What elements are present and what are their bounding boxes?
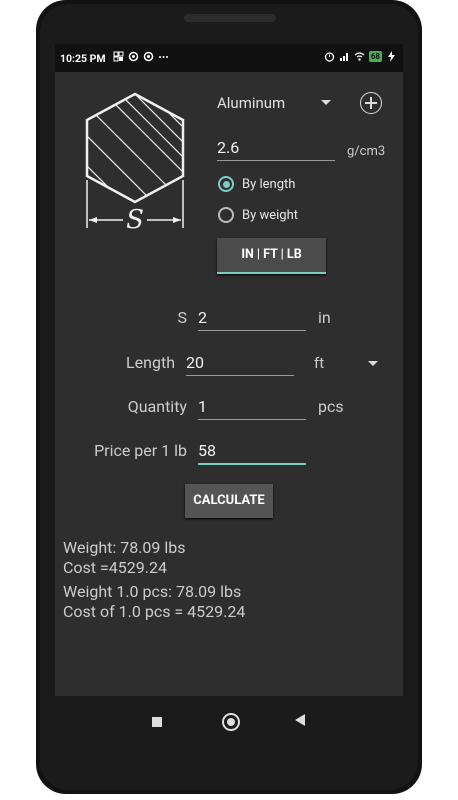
more-icon [159, 56, 168, 58]
add-material-button[interactable] [360, 92, 382, 114]
radio-unchecked-icon[interactable] [218, 207, 234, 223]
quantity-input[interactable]: 1 [198, 397, 306, 420]
density-field[interactable]: 2.6 [217, 138, 335, 161]
by-length-option[interactable]: By length [218, 176, 295, 192]
charging-icon [388, 51, 395, 62]
navigation-bar [55, 696, 403, 746]
system-icons: 68 [324, 51, 397, 62]
length-unit-select[interactable]: ft [314, 354, 324, 372]
status-time: 10:25 PM [60, 52, 106, 65]
result-cost-per-pcs: Cost of 1.0 pcs = 4529.24 [63, 602, 246, 621]
battery-icon: 68 [368, 51, 382, 62]
back-icon[interactable] [295, 714, 305, 726]
radio-checked-icon[interactable] [218, 176, 234, 192]
result-weight-per-pcs: Weight 1.0 pcs: 78.09 lbs [63, 582, 242, 601]
notification-icons [113, 51, 169, 62]
result-cost: Cost =4529.24 [63, 558, 167, 577]
signal-icon [339, 53, 348, 61]
density-unit: g/cm3 [347, 144, 386, 159]
result-weight: Weight: 78.09 lbs [63, 538, 186, 557]
by-weight-label: By weight [242, 207, 299, 223]
by-weight-option[interactable]: By weight [218, 207, 298, 223]
price-label: Price per 1 lb [94, 441, 187, 460]
price-input[interactable]: 58 [198, 441, 306, 465]
alarm-icon [324, 52, 334, 62]
s-unit: in [318, 308, 331, 327]
circle-icon [143, 51, 154, 62]
unit-system-button[interactable]: IN | FT | LB [217, 238, 326, 274]
quantity-unit: pcs [318, 397, 344, 416]
by-length-label: By length [242, 176, 296, 192]
chevron-down-icon[interactable] [368, 361, 378, 366]
grid-icon [113, 51, 124, 62]
material-select[interactable]: Aluminum [217, 94, 285, 112]
status-bar: 10:25 PM 68 [55, 44, 403, 72]
calculate-button[interactable]: CALCULATE [185, 484, 273, 518]
recents-icon[interactable] [152, 717, 162, 727]
quantity-label: Quantity [127, 397, 187, 416]
shape-label: S [126, 205, 144, 235]
app-content: S Aluminum 2.6 g/cm3 By length By weight… [55, 72, 403, 696]
s-input[interactable]: 2 [198, 308, 306, 331]
screen: 10:25 PM 68 S Aluminum 2.6 g/cm3 By leng… [55, 44, 403, 696]
wifi-icon [354, 52, 365, 61]
phone-speaker [184, 14, 276, 22]
hexagon-bar-diagram: S [85, 92, 185, 235]
home-icon[interactable] [222, 713, 240, 731]
length-label: Length [126, 353, 175, 372]
length-input[interactable]: 20 [186, 353, 294, 376]
s-label: S [177, 308, 188, 327]
sync-icon [128, 51, 139, 62]
chevron-down-icon[interactable] [321, 100, 331, 105]
